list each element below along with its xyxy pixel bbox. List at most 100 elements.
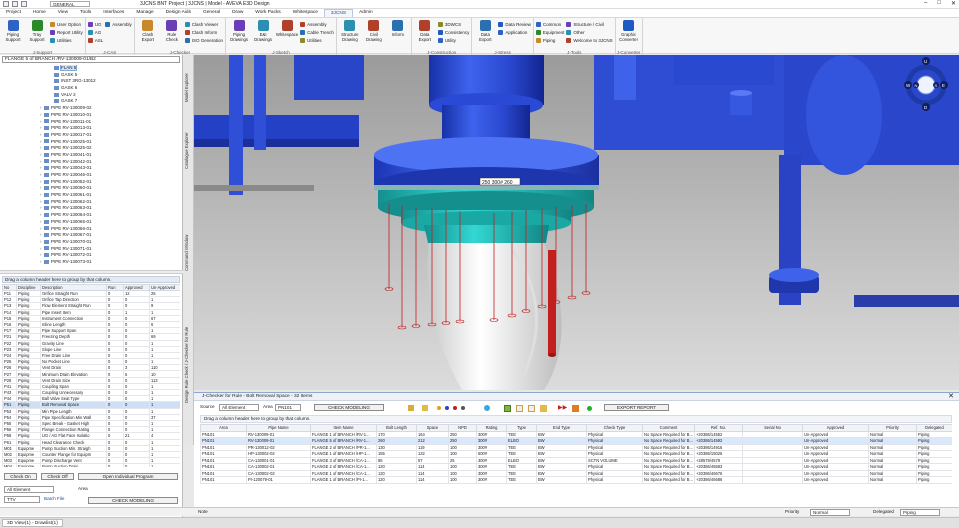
tab-model-explorer[interactable]: Model Explorer xyxy=(184,60,193,115)
workspace-select[interactable]: GENERAL xyxy=(50,1,90,7)
user-option-button[interactable]: User Option xyxy=(50,21,83,28)
filter-red-icon[interactable] xyxy=(453,406,457,410)
report-utility-button[interactable]: Report Utility xyxy=(50,29,83,36)
tree-node[interactable]: GASK 7 xyxy=(2,98,180,105)
status-icon[interactable] xyxy=(587,406,592,411)
menu-item-admin[interactable]: Admin xyxy=(353,9,379,17)
explorer-search-input[interactable]: FLANGE 5 of BRANCH /RV-130009-01/B2 xyxy=(2,56,180,63)
tree-node[interactable]: › PIPE RV-130025-02 xyxy=(2,145,180,152)
common-button[interactable]: Common xyxy=(535,21,565,28)
assembly-button[interactable]: Assembly xyxy=(300,21,334,28)
tree-node[interactable]: › PIPE RV-130017-01 xyxy=(2,132,180,139)
tree-node[interactable]: FLAN 5 xyxy=(2,65,180,72)
tree-node[interactable]: › PIPE RV-130064-01 xyxy=(2,212,180,219)
next-icon[interactable]: ▶▶ xyxy=(558,405,567,411)
tree-node[interactable]: GASK 6 xyxy=(2,85,180,92)
3dwcs-button[interactable]: 3DWCS xyxy=(437,21,470,28)
table-row[interactable]: M04 Equipme Pump Suction Drain 0 0 1 xyxy=(2,463,180,467)
element-select[interactable]: All Element xyxy=(4,486,54,493)
tree-node[interactable]: › PIPE RV-130070-01 xyxy=(2,239,180,246)
tab-command-window[interactable]: Command Window xyxy=(184,225,193,280)
tree-node[interactable]: › PIPE RV-130071-01 xyxy=(2,246,180,253)
source-select[interactable]: All Element xyxy=(219,404,259,411)
3d-viewport[interactable]: 250 300# 260 U D W E N S xyxy=(194,55,959,390)
piping-button[interactable]: Piping xyxy=(535,37,565,44)
utilities-button[interactable]: Utilities xyxy=(300,37,334,44)
close-icon[interactable]: ✕ xyxy=(951,0,956,7)
menu-item-home[interactable]: Home xyxy=(27,9,52,17)
tree-node[interactable]: › PIPE RV-130072-01 xyxy=(2,252,180,259)
delegated-select[interactable]: Piping xyxy=(900,509,940,516)
filter-yellow-icon[interactable] xyxy=(437,406,441,410)
tree-node[interactable]: › PIPE RV-130060-01 xyxy=(2,185,180,192)
utility-button[interactable]: Utility xyxy=(437,37,470,44)
tab-catalogue-explorer[interactable]: Catalogue Explorer xyxy=(184,121,193,181)
export-report-button[interactable]: EXPORT REPORT xyxy=(604,404,669,411)
asl-button[interactable]: ASL xyxy=(87,37,103,44)
ug-button[interactable]: UG xyxy=(87,21,104,28)
menu-item-work-packs[interactable]: Work Packs xyxy=(249,9,287,17)
priority-select[interactable]: Normal xyxy=(810,509,850,516)
camera-icon[interactable] xyxy=(484,405,490,411)
tree-node[interactable]: › PIPE RV-130043-01 xyxy=(2,165,180,172)
edit-icon[interactable] xyxy=(540,405,547,412)
approve-icon[interactable] xyxy=(504,405,511,412)
check-on-button[interactable]: Check On xyxy=(4,473,37,480)
menu-item-project[interactable]: Project xyxy=(0,9,27,17)
export-icon[interactable] xyxy=(572,405,579,412)
tree-node[interactable]: GASK 5 xyxy=(2,72,180,79)
inform-button[interactable]: Inform xyxy=(387,20,409,55)
tree-node[interactable]: › PIPE RV-130063-01 xyxy=(2,205,180,212)
check-modeling-button[interactable]: CHECK MODELING xyxy=(314,404,384,411)
minimize-icon[interactable]: – xyxy=(924,0,927,7)
consistency-button[interactable]: Consistency xyxy=(437,29,469,36)
redo-icon[interactable] xyxy=(21,1,27,7)
undo-icon[interactable] xyxy=(12,1,18,7)
tree-node[interactable]: › PIPE RV-130073-01 xyxy=(2,259,180,266)
tree-node[interactable]: › PIPE RV-130011-01 xyxy=(2,119,180,126)
folder-icon[interactable] xyxy=(408,405,414,411)
tree-node[interactable]: › PIPE RV-130065-01 xyxy=(2,219,180,226)
menu-item-manage[interactable]: Manage xyxy=(130,9,159,17)
application-button[interactable]: Application xyxy=(498,29,531,36)
civil-drawing-button[interactable]: Civil Drawing xyxy=(363,20,385,55)
save-icon[interactable] xyxy=(422,405,428,411)
tree-node[interactable]: › PIPE RV-130010-01 xyxy=(2,112,180,119)
tree-node[interactable]: › PIPE RV-130061-01 xyxy=(2,192,180,199)
ag-button[interactable]: AG xyxy=(87,29,104,36)
equipment-button[interactable]: Equipment xyxy=(535,29,564,36)
filter-black-icon[interactable] xyxy=(461,406,465,410)
tree-node[interactable]: › PIPE RV-130041-01 xyxy=(2,152,180,159)
check-modeling-button[interactable]: CHECK MODELING xyxy=(88,497,178,504)
structure-civil-button[interactable]: Structure / Civil xyxy=(566,21,612,28)
table-row[interactable]: PN101 PI-120079-01 FLANGE 1 of BRANCH /PI-… xyxy=(200,476,952,484)
other-button[interactable]: Other xyxy=(566,29,612,36)
tree-node[interactable]: INST 3RG-13012 xyxy=(2,78,180,85)
utilities-button[interactable]: Utilities xyxy=(50,37,83,44)
menu-item-general[interactable]: General xyxy=(197,9,226,17)
menu-item-draw[interactable]: Draw xyxy=(226,9,249,17)
menu-item-interfaces[interactable]: Interfaces xyxy=(97,9,130,17)
area-select[interactable]: PN101 xyxy=(275,404,301,411)
batch-file-link[interactable]: Batch File xyxy=(44,496,64,502)
tree-node[interactable]: VALV 2 xyxy=(2,92,180,99)
tree-node[interactable]: › PIPE RV-130025-01 xyxy=(2,139,180,146)
filter-blue-icon[interactable] xyxy=(445,406,449,410)
report-icon[interactable] xyxy=(516,405,523,412)
menu-item-whitespace[interactable]: Whitespace xyxy=(287,9,324,17)
tree-node[interactable]: › PIPE RV-130009-02 xyxy=(2,105,180,112)
tree-node[interactable]: › PIPE RV-130062-01 xyxy=(2,199,180,206)
tab-design-rule-check[interactable]: Design Rule Check / J-Checker for Rule xyxy=(184,295,193,435)
welcome-to-3jcns-button[interactable]: Welcome to 3JCNS xyxy=(566,37,613,44)
menu-item-view[interactable]: View xyxy=(52,9,74,17)
clash-inform-button[interactable]: Clash Inform xyxy=(184,29,223,36)
tree-node[interactable]: › PIPE RV-130066-01 xyxy=(2,226,180,233)
tree-node[interactable]: › PIPE RV-130052-01 xyxy=(2,179,180,186)
data-review-button[interactable]: Data Review xyxy=(498,21,531,28)
tree-node[interactable]: › PIPE RV-130067-01 xyxy=(2,232,180,239)
close-icon[interactable]: ✕ xyxy=(948,393,954,401)
maximize-icon[interactable]: □ xyxy=(937,0,941,7)
open-program-button[interactable]: Open Individual Program xyxy=(78,473,178,480)
check-off-button[interactable]: Check Off xyxy=(41,473,74,480)
structure-drawing-button[interactable]: Structure Drawing xyxy=(339,20,361,55)
